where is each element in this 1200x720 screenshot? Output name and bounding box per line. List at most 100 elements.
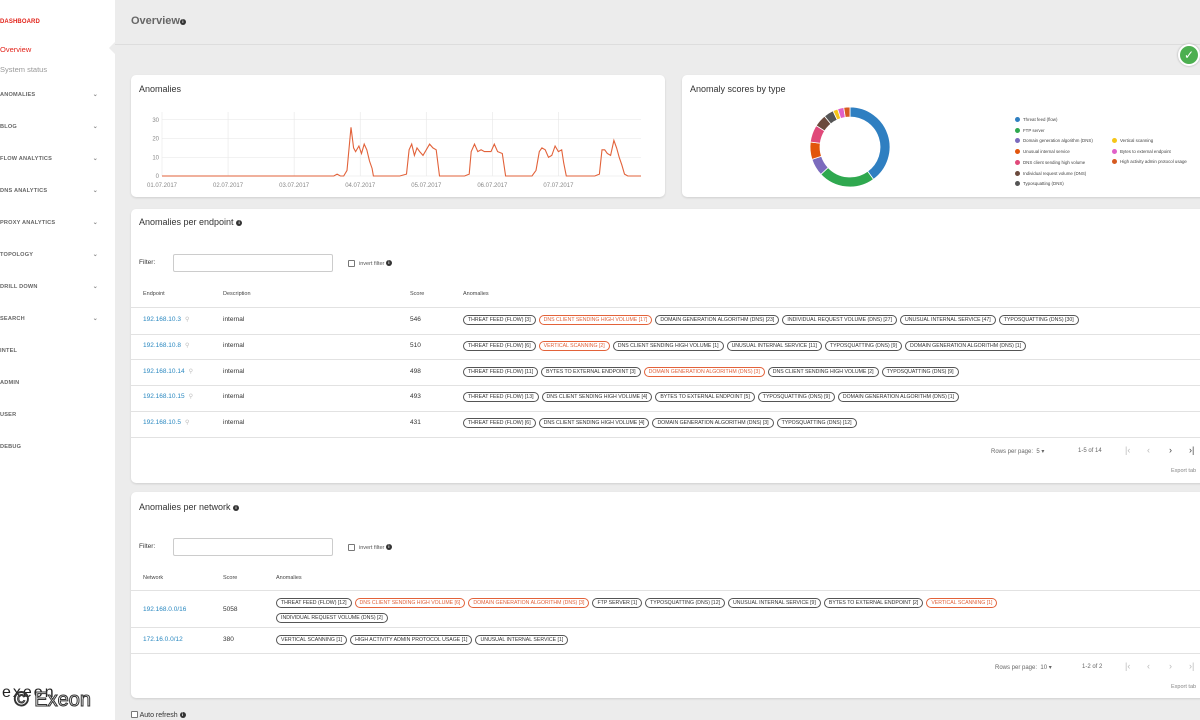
endpoint-link[interactable]: 192.168.10.15 ⚲ — [143, 393, 193, 400]
legend-item[interactable]: DNS client sending high volume — [1015, 159, 1085, 165]
nav-section-dashboard[interactable]: DASHBOARD — [0, 19, 40, 25]
info-icon[interactable]: i — [236, 220, 243, 226]
anomaly-chip[interactable]: TYPOSQUATTING (DNS) [9] — [881, 366, 959, 377]
invert-filter-checkbox[interactable] — [348, 260, 355, 267]
info-icon[interactable]: i — [233, 505, 240, 511]
anomaly-chip[interactable]: THREAT FEED (FLOW) [6] — [463, 340, 536, 351]
anomaly-chip[interactable]: DOMAIN GENERATION ALGORITHM (DNS) [1] — [904, 340, 1027, 351]
endpoint-ip[interactable]: 192.168.10.8 — [143, 342, 181, 349]
nav-item-anomalies[interactable]: ANOMALIES ⌄ — [0, 92, 100, 98]
anomaly-chip[interactable]: UNUSUAL INTERNAL SERVICE [47] — [900, 315, 996, 325]
nav-item-debug[interactable]: DEBUG — [0, 444, 100, 450]
nav-item-dns-analytics[interactable]: DNS ANALYTICS ⌄ — [0, 188, 100, 194]
legend-item[interactable]: Unusual internal service — [1015, 149, 1070, 155]
anomaly-chip[interactable]: DNS CLIENT SENDING HIGH VOLUME [4] — [538, 418, 650, 429]
anomaly-chip[interactable]: UNUSUAL INTERNAL SERVICE [1] — [475, 635, 569, 645]
legend-item[interactable]: Typosquatting (DNS) — [1015, 181, 1064, 187]
col-header-anomalies[interactable]: Anomalies — [463, 291, 489, 297]
anomaly-chip[interactable]: VERTICAL SCANNING [2] — [538, 340, 610, 351]
endpoint-ip[interactable]: 192.168.10.15 — [143, 393, 185, 400]
invert-filter-checkbox[interactable] — [348, 544, 355, 551]
anomaly-chip[interactable]: UNUSUAL INTERNAL SERVICE [11] — [726, 340, 822, 351]
anomaly-chip[interactable]: DOMAIN GENERATION ALGORITHM (DNS) [23] — [655, 315, 780, 325]
filter-input[interactable] — [173, 538, 333, 556]
rows-per-page-select[interactable]: 5 — [1036, 449, 1039, 455]
export-table-button[interactable]: Export tab — [1171, 684, 1196, 690]
nav-item-system-status[interactable]: System status — [0, 65, 47, 74]
anomaly-chip[interactable]: THREAT FEED (FLOW) [13] — [463, 392, 539, 403]
next-page-icon[interactable]: › — [1169, 661, 1172, 671]
info-icon[interactable]: i — [385, 260, 392, 266]
anomaly-chip[interactable]: INDIVIDUAL REQUEST VOLUME (DNS) [27] — [782, 315, 898, 325]
legend-item[interactable]: Vertical scanning — [1112, 138, 1153, 143]
info-icon[interactable]: i — [385, 544, 392, 550]
anomaly-chip[interactable]: DNS CLIENT SENDING HIGH VOLUME [4] — [541, 392, 653, 403]
anomaly-chip[interactable]: UNUSUAL INTERNAL SERVICE [9] — [728, 598, 821, 608]
first-page-icon[interactable]: |‹ — [1125, 445, 1130, 455]
anomaly-chip[interactable]: TYPOSQUATTING (DNS) [9] — [757, 392, 835, 403]
col-header-endpoint[interactable]: Endpoint — [143, 291, 165, 297]
rows-per-page-select[interactable]: 10 — [1040, 665, 1047, 671]
prev-page-icon[interactable]: ‹ — [1147, 661, 1150, 671]
nav-item-user[interactable]: USER — [0, 412, 100, 418]
info-icon[interactable]: i — [179, 712, 186, 718]
legend-item[interactable]: High activity admin protocol usage — [1112, 159, 1187, 165]
search-icon[interactable]: ⚲ — [185, 343, 189, 349]
last-page-icon[interactable]: ›| — [1189, 661, 1194, 671]
export-table-button[interactable]: Export tab — [1171, 468, 1196, 474]
search-icon[interactable]: ⚲ — [189, 394, 193, 400]
anomaly-chip[interactable]: BYTES TO EXTERNAL ENDPOINT [5] — [655, 392, 755, 403]
anomaly-chip[interactable]: VERTICAL SCANNING [1] — [926, 598, 998, 608]
anomaly-chip[interactable]: DNS CLIENT SENDING HIGH VOLUME [2] — [767, 366, 879, 377]
anomaly-chip[interactable]: THREAT FEED (FLOW) [12] — [276, 598, 352, 608]
anomaly-chip[interactable]: BYTES TO EXTERNAL ENDPOINT [2] — [823, 598, 924, 608]
anomaly-chip[interactable]: THREAT FEED (FLOW) [11] — [463, 366, 539, 377]
caret-down-icon[interactable]: ▾ — [1041, 449, 1044, 455]
info-icon[interactable]: i — [179, 19, 186, 25]
nav-item-drill-down[interactable]: DRILL DOWN ⌄ — [0, 284, 100, 290]
legend-item[interactable]: Domain generation algorithm (DNS) — [1015, 138, 1093, 144]
anomaly-chip[interactable]: HIGH ACTIVITY ADMIN PROTOCOL USAGE [1] — [350, 635, 473, 645]
network-link[interactable]: 172.16.0.0/12 — [143, 636, 183, 643]
search-icon[interactable]: ⚲ — [185, 420, 189, 426]
anomaly-chip[interactable]: DNS CLIENT SENDING HIGH VOLUME [1] — [612, 340, 724, 351]
endpoint-ip[interactable]: 192.168.10.5 — [143, 419, 181, 426]
auto-refresh[interactable]: Auto refresh i — [131, 711, 186, 719]
anomaly-chip[interactable]: DNS CLIENT SENDING HIGH VOLUME [6] — [354, 598, 466, 608]
network-link[interactable]: 192.168.0.0/16 — [143, 606, 186, 613]
endpoint-link[interactable]: 192.168.10.8 ⚲ — [143, 342, 189, 349]
endpoint-link[interactable]: 192.168.10.3 ⚲ — [143, 316, 189, 323]
endpoint-ip[interactable]: 192.168.10.3 — [143, 316, 181, 323]
anomaly-chip[interactable]: THREAT FEED (FLOW) [3] — [463, 315, 536, 325]
anomaly-chip[interactable]: TYPOSQUATTING (DNS) [12] — [645, 598, 726, 608]
anomaly-chip[interactable]: TYPOSQUATTING (DNS) [12] — [776, 418, 857, 429]
endpoint-ip[interactable]: 192.168.10.14 — [143, 368, 185, 375]
nav-item-flow-analytics[interactable]: FLOW ANALYTICS ⌄ — [0, 156, 100, 162]
legend-item[interactable]: Individual request volume (DNS) — [1015, 170, 1086, 176]
anomaly-chip[interactable]: DNS CLIENT SENDING HIGH VOLUME [17] — [538, 315, 653, 325]
anomaly-chip[interactable]: BYTES TO EXTERNAL ENDPOINT [3] — [541, 366, 641, 377]
col-header-score[interactable]: Score — [223, 575, 237, 581]
status-check-icon[interactable]: ✓ — [1178, 44, 1200, 66]
auto-refresh-checkbox[interactable] — [131, 711, 138, 718]
anomaly-chip[interactable]: DOMAIN GENERATION ALGORITHM (DNS) [3] — [643, 366, 765, 377]
anomaly-chip[interactable]: VERTICAL SCANNING [1] — [276, 635, 348, 645]
col-header-description[interactable]: Description — [223, 291, 251, 297]
search-icon[interactable]: ⚲ — [185, 317, 189, 323]
legend-item[interactable]: FTP server — [1015, 127, 1045, 133]
anomaly-chip[interactable]: DOMAIN GENERATION ALGORITHM (DNS) [3] — [468, 598, 590, 608]
anomaly-chip[interactable]: INDIVIDUAL REQUEST VOLUME (DNS) [2] — [276, 613, 388, 623]
caret-down-icon[interactable]: ▾ — [1049, 665, 1052, 671]
anomaly-chip[interactable]: DOMAIN GENERATION ALGORITHM (DNS) [1] — [837, 392, 960, 403]
anomaly-chip[interactable]: TYPOSQUATTING (DNS) [9] — [824, 340, 902, 351]
col-header-network[interactable]: Network — [143, 575, 163, 581]
anomaly-chip[interactable]: FTP SERVER [1] — [592, 598, 643, 608]
filter-input[interactable] — [173, 254, 333, 272]
last-page-icon[interactable]: ›| — [1189, 445, 1194, 455]
legend-item[interactable]: Threat feed (flow) — [1015, 117, 1057, 122]
anomaly-chip[interactable]: TYPOSQUATTING (DNS) [30] — [998, 315, 1079, 325]
nav-item-admin[interactable]: ADMIN — [0, 380, 100, 386]
col-header-score[interactable]: Score — [410, 291, 424, 297]
nav-item-intel[interactable]: INTEL — [0, 348, 100, 354]
nav-item-search[interactable]: SEARCH ⌄ — [0, 316, 100, 322]
